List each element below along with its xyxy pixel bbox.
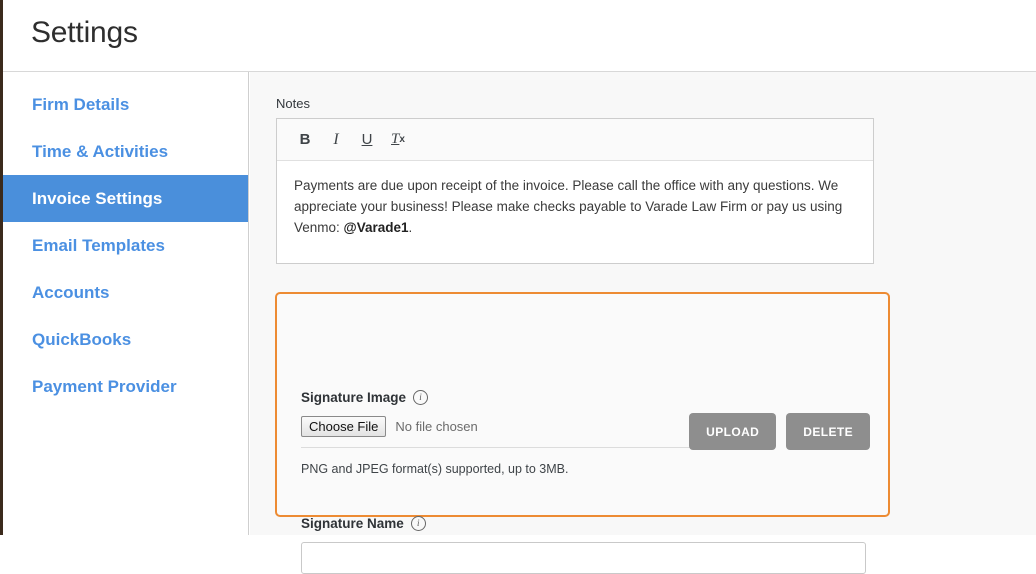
sidebar-item-payment-provider[interactable]: Payment Provider [3,363,248,410]
sidebar-item-accounts[interactable]: Accounts [3,269,248,316]
remove-format-glyph: T [391,131,400,147]
page-title: Settings [31,16,138,49]
settings-sidebar: Firm Details Time & Activities Invoice S… [3,72,249,535]
window-edge-strip [0,0,3,535]
signature-settings-panel: Signature Image i Choose File No file ch… [275,292,890,574]
signature-image-actions: UPLOAD DELETE [689,413,870,450]
signature-name-label: Signature Name i [301,516,426,531]
italic-icon[interactable]: I [322,126,350,154]
signature-name-label-text: Signature Name [301,516,404,531]
notes-venmo-handle: @Varade1 [343,220,409,235]
notes-editor-toolbar: B I U Tx [277,119,873,161]
page-header: Settings [3,0,1036,72]
notes-text-part-2: . [408,220,413,235]
signature-name-input[interactable] [301,542,866,574]
notes-editor-body[interactable]: Payments are due upon receipt of the inv… [277,161,873,238]
underline-icon[interactable]: U [353,126,381,154]
info-icon[interactable]: i [410,516,426,531]
upload-button[interactable]: UPLOAD [689,413,777,450]
notes-editor: B I U Tx Payments are due upon receipt o… [276,118,874,264]
info-icon[interactable]: i [413,390,429,405]
sidebar-item-firm-details[interactable]: Firm Details [3,81,248,128]
sidebar-item-invoice-settings[interactable]: Invoice Settings [3,175,248,222]
remove-format-icon[interactable]: Tx [384,126,412,154]
signature-image-hint: PNG and JPEG format(s) supported, up to … [301,462,569,476]
sidebar-item-quickbooks[interactable]: QuickBooks [3,316,248,363]
signature-image-label-text: Signature Image [301,390,407,405]
settings-content: Notes B I U Tx Payments are due upon rec… [250,72,1036,574]
file-name-status: No file chosen [395,419,478,434]
bold-icon[interactable]: B [291,126,319,154]
signature-image-label: Signature Image i [301,390,429,405]
settings-page: Settings Firm Details Time & Activities … [0,0,1036,574]
signature-image-file-row: Choose File No file chosen [301,416,756,448]
remove-format-subscript: x [399,134,405,145]
choose-file-button[interactable]: Choose File [301,416,387,437]
sidebar-item-email-templates[interactable]: Email Templates [3,222,248,269]
sidebar-item-time-activities[interactable]: Time & Activities [3,128,248,175]
notes-label: Notes [276,96,310,111]
delete-button[interactable]: DELETE [786,413,870,450]
